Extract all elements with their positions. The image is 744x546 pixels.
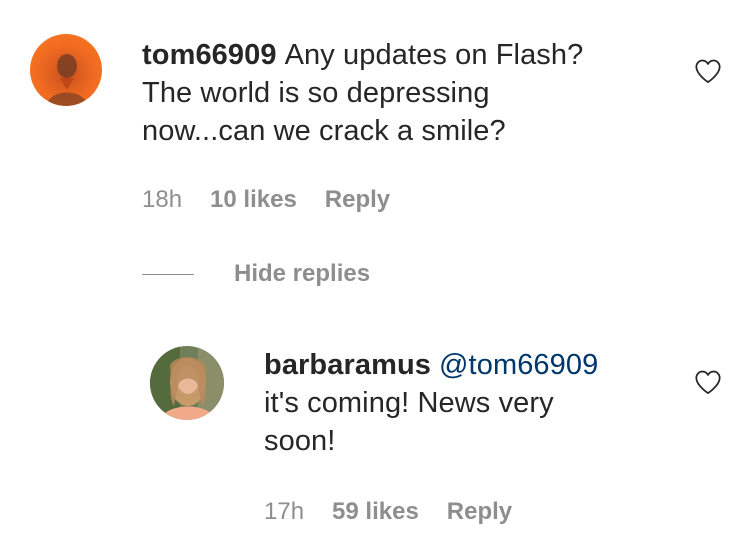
- comment-username[interactable]: tom66909: [142, 39, 277, 71]
- reply-meta: 17h 59 likes Reply: [264, 498, 540, 526]
- comment-line-3: now...can we crack a smile?: [142, 115, 506, 147]
- comment-text: tom66909 Any updates on Flash? The world …: [142, 36, 662, 150]
- hide-replies-toggle[interactable]: Hide replies: [142, 260, 370, 288]
- reply-mention-link[interactable]: @tom66909: [439, 349, 598, 381]
- reply-line-2: it's coming! News very: [264, 387, 554, 419]
- comment-line-1: Any updates on Flash?: [284, 39, 584, 71]
- comment-line-2: The world is so depressing: [142, 77, 490, 109]
- hide-replies-button[interactable]: Hide replies: [234, 260, 370, 288]
- hide-replies-divider: [142, 273, 194, 275]
- reply-likes[interactable]: 59 likes: [332, 498, 419, 526]
- avatar-barbaramus[interactable]: [150, 346, 224, 420]
- reply-text: barbaramus @tom66909 it's coming! News ve…: [264, 346, 664, 460]
- reply-time: 17h: [264, 498, 305, 525]
- avatar-tom66909[interactable]: [30, 34, 102, 106]
- comment-time: 18h: [142, 186, 183, 213]
- heart-outline-icon[interactable]: [694, 369, 722, 395]
- reply-username[interactable]: barbaramus: [264, 349, 431, 381]
- reply-button[interactable]: Reply: [325, 186, 390, 214]
- heart-outline-icon[interactable]: [694, 58, 722, 84]
- reply-line-3: soon!: [264, 425, 336, 457]
- comment-likes[interactable]: 10 likes: [210, 186, 297, 214]
- reply-reply-button[interactable]: Reply: [447, 498, 512, 526]
- comment-meta: 18h 10 likes Reply: [142, 186, 418, 214]
